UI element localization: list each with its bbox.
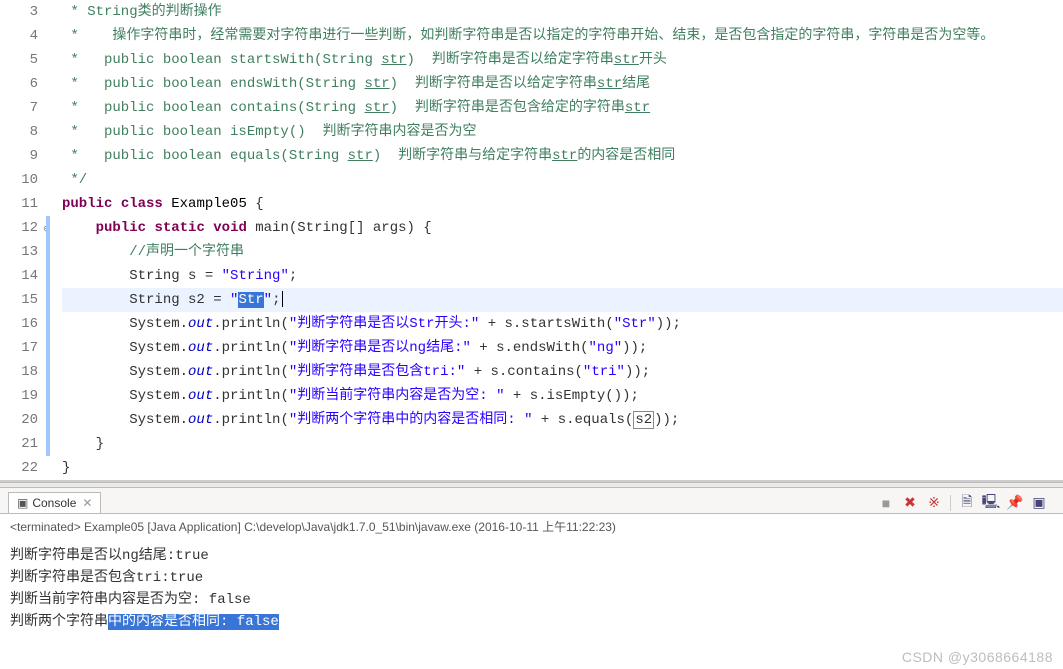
console-output[interactable]: 判断字符串是否以ng结尾:true判断字符串是否包含tri:true判断当前字符… xyxy=(0,541,1063,641)
console-icon: ▣ xyxy=(17,496,28,510)
line-number: 21 xyxy=(0,432,38,456)
line-number-gutter: 345678910111213141516171819202122 xyxy=(0,0,46,480)
console-tab[interactable]: ▣ Console ✕ xyxy=(8,492,101,513)
line-number: 12 xyxy=(0,216,38,240)
code-line[interactable]: * public boolean startsWith(String str) … xyxy=(62,48,1063,72)
console-line[interactable]: 判断两个字符串中的内容是否相同: false xyxy=(10,611,1053,633)
watermark: CSDN @y3068664188 xyxy=(902,649,1053,665)
code-line[interactable]: * 操作字符串时，经常需要对字符串进行一些判断，如判断字符串是否以指定的字符串开… xyxy=(62,24,1063,48)
line-number: 10 xyxy=(0,168,38,192)
code-line[interactable]: public static void main(String[] args) { xyxy=(62,216,1063,240)
code-line[interactable]: String s2 = "Str"; xyxy=(62,288,1063,312)
text-caret xyxy=(282,291,283,307)
code-line[interactable]: //声明一个字符串 xyxy=(62,240,1063,264)
code-body[interactable]: * String类的判断操作 * 操作字符串时，经常需要对字符串进行一些判断，如… xyxy=(46,0,1063,480)
console-line[interactable]: 判断字符串是否以ng结尾:true xyxy=(10,545,1053,567)
line-number: 19 xyxy=(0,384,38,408)
display-selected-console-icon[interactable]: ▣ xyxy=(1031,495,1047,511)
line-number: 11 xyxy=(0,192,38,216)
clear-console-icon[interactable]: 🖳 xyxy=(983,495,999,511)
remove-launch-icon[interactable]: ※ xyxy=(926,495,942,511)
code-line[interactable]: * public boolean equals(String str) 判断字符… xyxy=(62,144,1063,168)
code-line[interactable]: * String类的判断操作 xyxy=(62,0,1063,24)
terminate-icon[interactable]: ■ xyxy=(878,495,894,511)
line-number: 5 xyxy=(0,48,38,72)
line-number: 13 xyxy=(0,240,38,264)
code-editor[interactable]: 345678910111213141516171819202122 * Stri… xyxy=(0,0,1063,482)
line-number: 8 xyxy=(0,120,38,144)
console-termination-info: <terminated> Example05 [Java Application… xyxy=(0,514,1063,541)
code-line[interactable]: * public boolean isEmpty() 判断字符串内容是否为空 xyxy=(62,120,1063,144)
code-line[interactable]: System.out.println("判断当前字符串内容是否为空: " + s… xyxy=(62,384,1063,408)
code-line[interactable]: public class Example05 { xyxy=(62,192,1063,216)
code-line[interactable]: */ xyxy=(62,168,1063,192)
line-number: 20 xyxy=(0,408,38,432)
code-line[interactable]: } xyxy=(62,432,1063,456)
line-number: 15 xyxy=(0,288,38,312)
scroll-lock-icon[interactable]: 🗎 xyxy=(959,495,975,511)
code-line[interactable]: * public boolean endsWith(String str) 判断… xyxy=(62,72,1063,96)
panel-tab-bar: ▣ Console ✕ ■ ✖ ※ 🗎 🖳 📌 ▣ xyxy=(0,488,1063,514)
line-number: 22 xyxy=(0,456,38,480)
console-tab-label: Console xyxy=(32,496,76,510)
line-number: 3 xyxy=(0,0,38,24)
line-number: 9 xyxy=(0,144,38,168)
console-line[interactable]: 判断当前字符串内容是否为空: false xyxy=(10,589,1053,611)
line-number: 14 xyxy=(0,264,38,288)
code-line[interactable]: } xyxy=(62,456,1063,480)
console-line[interactable]: 判断字符串是否包含tri:true xyxy=(10,567,1053,589)
line-number: 7 xyxy=(0,96,38,120)
remove-all-terminated-icon[interactable]: ✖ xyxy=(902,495,918,511)
console-panel: ▣ Console ✕ ■ ✖ ※ 🗎 🖳 📌 ▣ <terminated> E… xyxy=(0,488,1063,641)
line-number: 16 xyxy=(0,312,38,336)
code-line[interactable]: System.out.println("判断字符串是否以ng结尾:" + s.e… xyxy=(62,336,1063,360)
code-line[interactable]: System.out.println("判断字符串是否以Str开头:" + s.… xyxy=(62,312,1063,336)
code-line[interactable]: * public boolean contains(String str) 判断… xyxy=(62,96,1063,120)
toolbar-separator xyxy=(950,495,951,511)
pin-console-icon[interactable]: 📌 xyxy=(1007,495,1023,511)
line-number: 17 xyxy=(0,336,38,360)
line-number: 4 xyxy=(0,24,38,48)
close-tab-icon[interactable]: ✕ xyxy=(82,496,92,510)
code-line[interactable]: System.out.println("判断两个字符串中的内容是否相同: " +… xyxy=(62,408,1063,432)
code-line[interactable]: System.out.println("判断字符串是否包含tri:" + s.c… xyxy=(62,360,1063,384)
line-number: 18 xyxy=(0,360,38,384)
code-line[interactable]: String s = "String"; xyxy=(62,264,1063,288)
line-number: 6 xyxy=(0,72,38,96)
console-toolbar: ■ ✖ ※ 🗎 🖳 📌 ▣ xyxy=(878,495,1055,511)
